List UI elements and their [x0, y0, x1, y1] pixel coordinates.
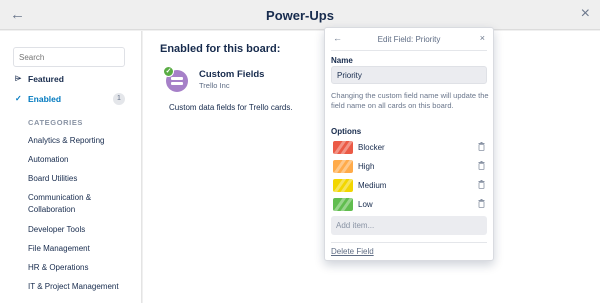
window-title: Power-Ups: [266, 8, 334, 23]
trash-icon[interactable]: [478, 180, 485, 189]
sidebar-item-label: Featured: [28, 74, 64, 84]
delete-field-link[interactable]: Delete Field: [331, 247, 374, 256]
trash-icon[interactable]: [478, 199, 485, 208]
close-icon[interactable]: ×: [480, 33, 485, 43]
powerup-description: Custom data fields for Trello cards.: [169, 103, 293, 112]
trash-icon[interactable]: [478, 161, 485, 170]
color-swatch[interactable]: [333, 141, 353, 154]
field-name-input[interactable]: [331, 66, 487, 84]
help-text: Changing the custom field name will upda…: [331, 91, 489, 110]
category-item[interactable]: IT & Project Management: [28, 281, 136, 293]
color-swatch[interactable]: [333, 179, 353, 192]
option-label: High: [358, 162, 375, 171]
option-row[interactable]: High: [331, 159, 489, 174]
name-label: Name: [331, 56, 353, 65]
powerup-name[interactable]: Custom Fields: [199, 69, 264, 80]
category-item[interactable]: Communication & Collaboration: [28, 192, 136, 216]
sidebar-item-featured[interactable]: ⌲ Featured: [13, 70, 127, 88]
option-label: Blocker: [358, 143, 385, 152]
option-label: Medium: [358, 181, 387, 190]
categories-heading: CATEGORIES: [28, 118, 84, 127]
category-item[interactable]: Developer Tools: [28, 224, 136, 236]
category-item[interactable]: Analytics & Reporting: [28, 135, 136, 147]
enabled-check-icon: ✓: [163, 66, 174, 77]
popover-title: Edit Field: Priority: [377, 35, 441, 44]
close-icon[interactable]: ×: [581, 6, 590, 22]
option-row[interactable]: Low: [331, 197, 489, 212]
add-item-input[interactable]: Add item...: [331, 216, 487, 235]
count-badge: 1: [113, 93, 125, 105]
options-label: Options: [331, 127, 362, 136]
color-swatch[interactable]: [333, 160, 353, 173]
option-row[interactable]: Blocker: [331, 140, 489, 155]
trash-icon[interactable]: [478, 142, 485, 151]
window-header: ← Power-Ups ×: [0, 0, 600, 30]
category-item[interactable]: Board Utilities: [28, 173, 136, 185]
sidebar-item-enabled[interactable]: ✓ Enabled 1: [13, 90, 127, 108]
sidebar: ⌲ Featured ✓ Enabled 1 CATEGORIES Analyt…: [0, 31, 142, 303]
divider: [331, 242, 487, 243]
search-input[interactable]: [13, 47, 125, 67]
option-label: Low: [358, 200, 373, 209]
edit-field-popover: ← Edit Field: Priority × Name Changing t…: [324, 27, 494, 261]
category-item[interactable]: File Management: [28, 243, 136, 255]
powerup-vendor: Trello Inc: [199, 81, 230, 90]
color-swatch[interactable]: [333, 198, 353, 211]
check-icon: ✓: [15, 94, 22, 103]
section-heading: Enabled for this board:: [160, 43, 281, 55]
category-item[interactable]: Automation: [28, 154, 136, 166]
divider: [331, 50, 487, 51]
option-row[interactable]: Medium: [331, 178, 489, 193]
category-item[interactable]: HR & Operations: [28, 262, 136, 274]
send-icon: ⌲: [15, 74, 22, 83]
sidebar-item-label: Enabled: [28, 94, 62, 104]
